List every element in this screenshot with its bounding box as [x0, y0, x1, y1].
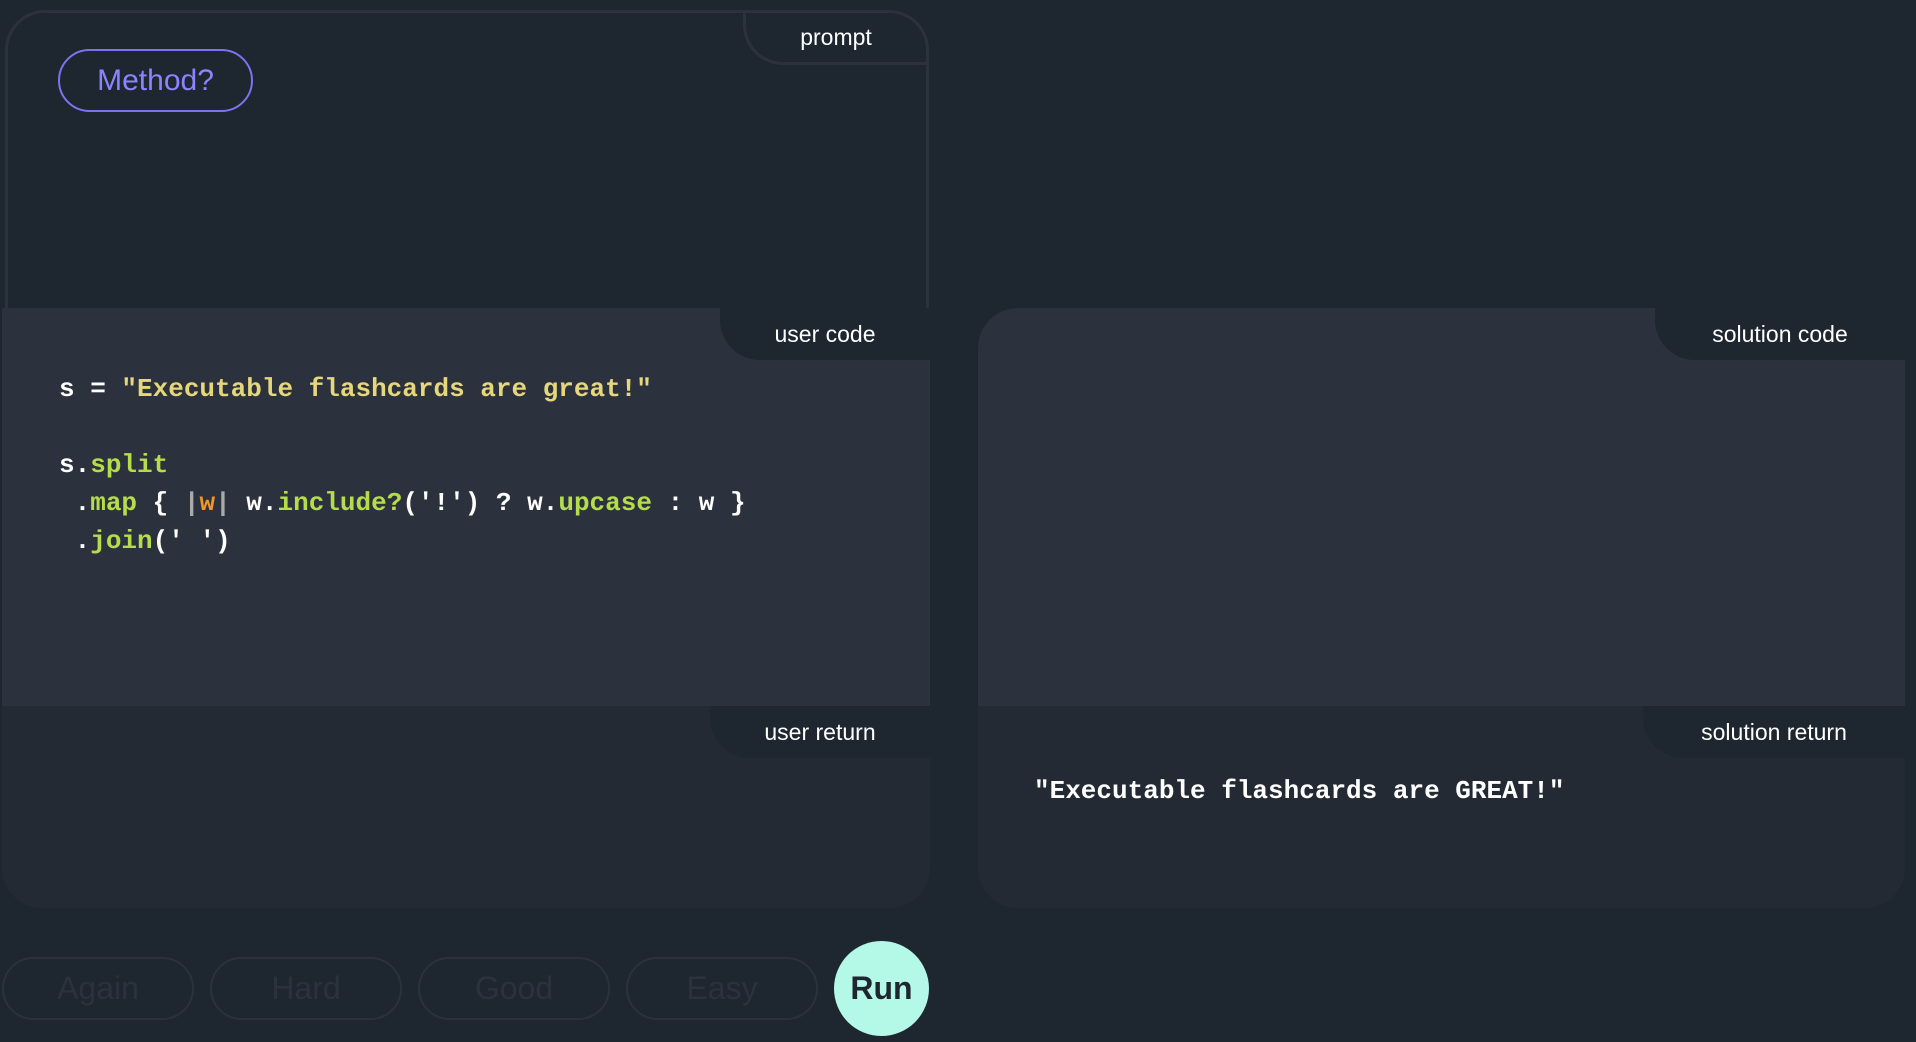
- user-code-editor[interactable]: user code s = "Executable flashcards are…: [2, 308, 930, 707]
- user-code-tab: user code: [720, 308, 930, 360]
- user-return-panel: user return: [2, 706, 930, 908]
- code-method: join: [90, 526, 153, 556]
- code-token: .: [59, 488, 91, 518]
- hard-button[interactable]: Hard: [210, 957, 402, 1020]
- code-token: (': [152, 526, 184, 556]
- code-variable: w: [199, 488, 216, 518]
- code-method: split: [90, 450, 169, 480]
- code-method: map: [90, 488, 138, 518]
- code-string: "Executable flashcards are great!": [121, 374, 652, 404]
- code-token: : w }: [651, 488, 746, 518]
- code-token: ('!') ? w.: [402, 488, 559, 518]
- prompt-panel: prompt Method?: [5, 10, 929, 310]
- user-code-text[interactable]: s = "Executable flashcards are great!" s…: [59, 370, 746, 560]
- code-token: |: [215, 488, 231, 518]
- run-button[interactable]: Run: [834, 941, 929, 1036]
- code-token: .: [59, 526, 91, 556]
- user-return-tab: user return: [710, 706, 930, 758]
- code-token: w.: [230, 488, 278, 518]
- code-method: include?: [277, 488, 403, 518]
- again-button[interactable]: Again: [2, 957, 194, 1020]
- easy-button[interactable]: Easy: [626, 957, 818, 1020]
- code-token: {: [137, 488, 184, 518]
- solution-return-value: "Executable flashcards are GREAT!": [1034, 776, 1565, 806]
- solution-return-panel: solution return "Executable flashcards a…: [978, 706, 1905, 908]
- solution-return-tab: solution return: [1643, 706, 1905, 758]
- code-token: s.: [59, 450, 91, 480]
- solution-code-tab: solution code: [1655, 308, 1905, 360]
- code-token: s =: [59, 374, 122, 404]
- code-string: [184, 526, 200, 556]
- method-hint-button[interactable]: Method?: [58, 49, 253, 112]
- code-method: upcase: [558, 488, 652, 518]
- good-button[interactable]: Good: [418, 957, 610, 1020]
- solution-code-panel: solution code: [978, 308, 1905, 707]
- prompt-tab: prompt: [743, 13, 926, 65]
- code-token: '): [199, 526, 231, 556]
- code-token: |: [183, 488, 200, 518]
